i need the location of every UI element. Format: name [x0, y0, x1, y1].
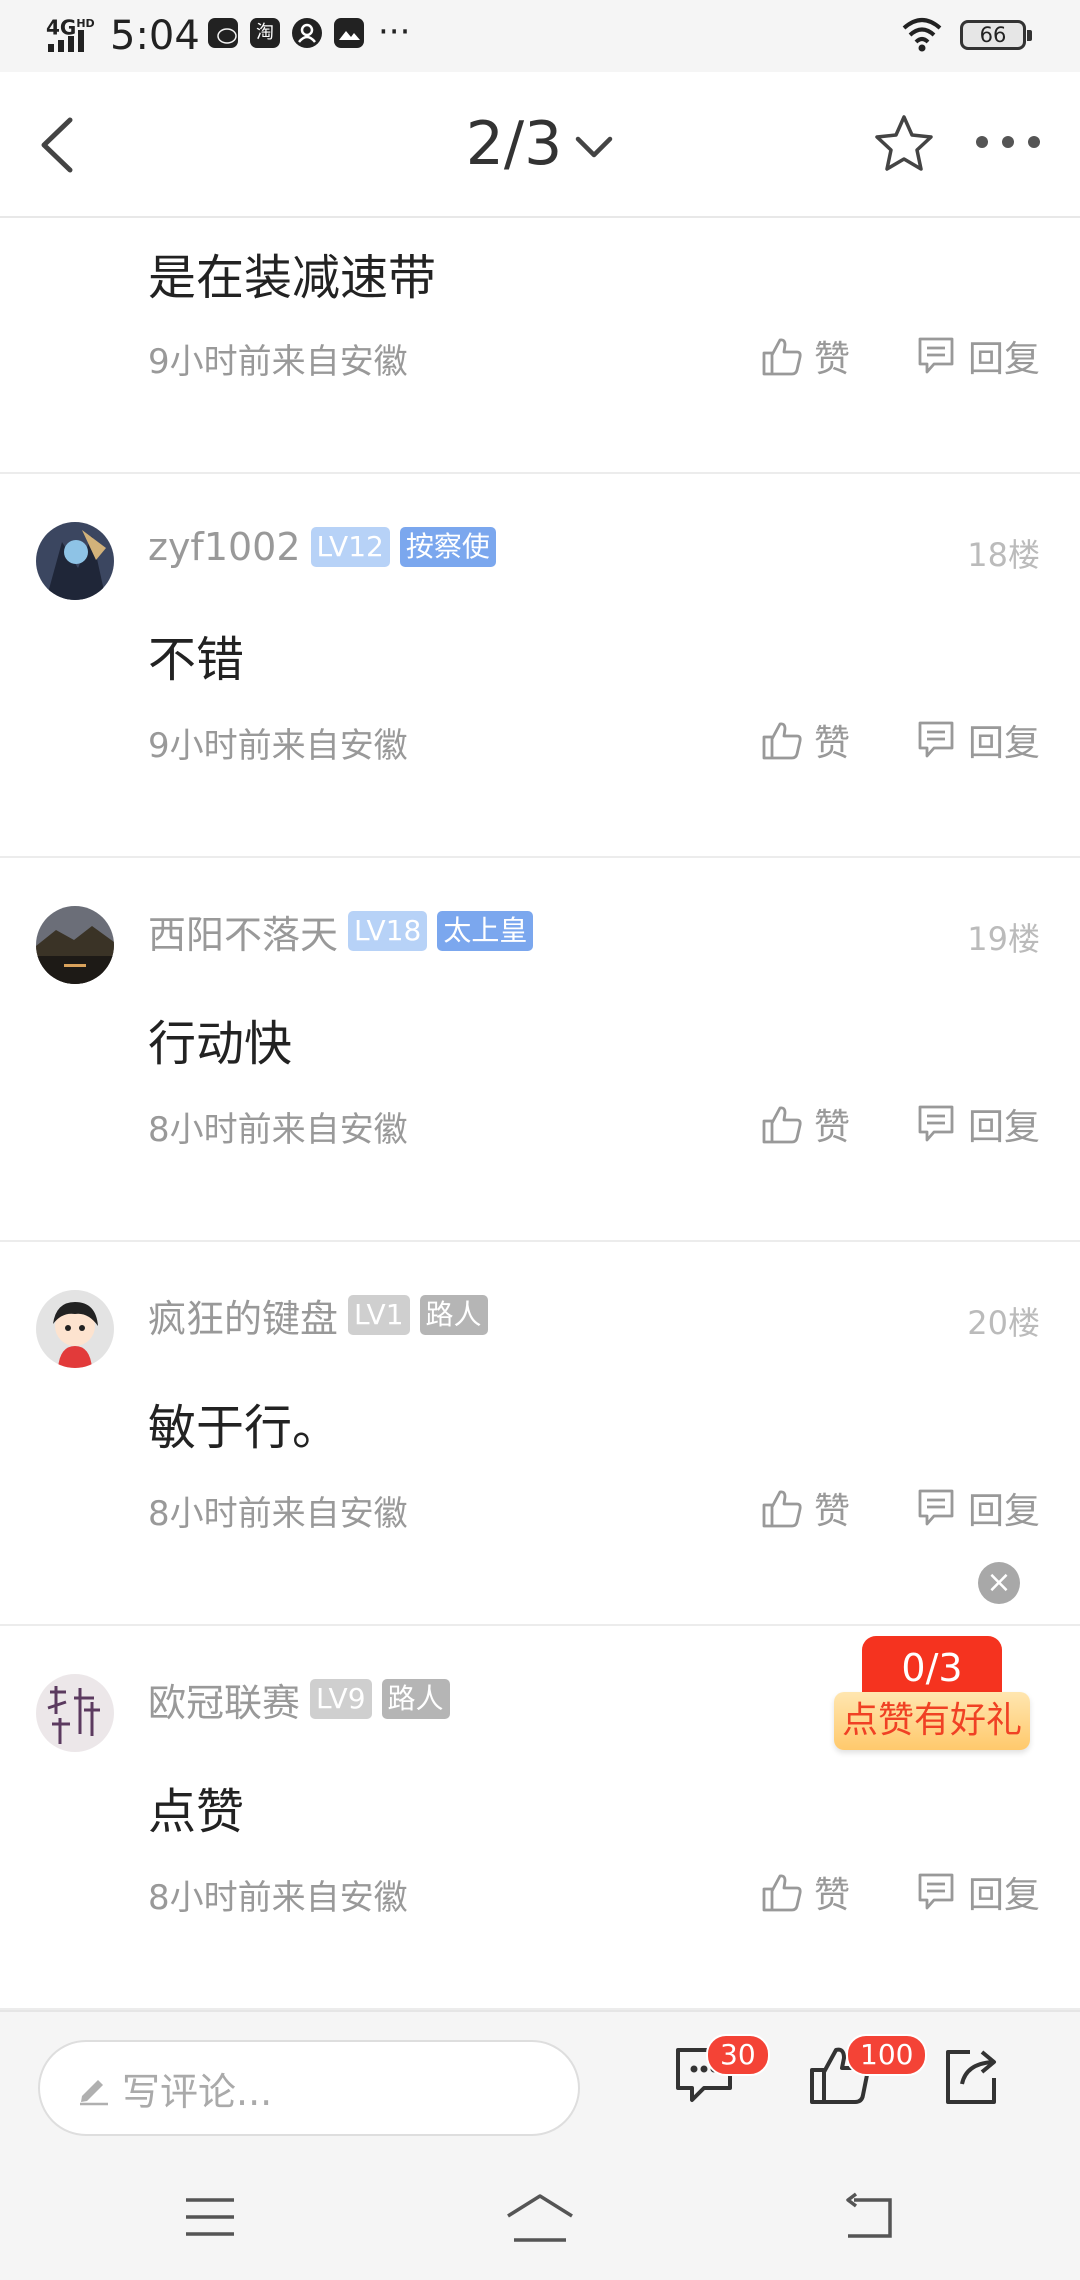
comment-bubble-icon [918, 1873, 954, 1910]
comment-meta: 9小时前来自安徽 [148, 342, 408, 382]
promo-close-button[interactable]: × [978, 1562, 1020, 1604]
reply-label: 回复 [967, 723, 1040, 764]
floor-number: 20楼 [967, 1304, 1040, 1342]
floor-number: 18楼 [967, 536, 1040, 574]
page-indicator: 2/3 [465, 109, 563, 179]
like-button[interactable]: 赞 [760, 1482, 850, 1534]
thumbs-up-icon [762, 338, 802, 376]
username[interactable]: 欧冠联赛 [148, 1672, 300, 1727]
status-bar: 4GHD 5:04 淘 ··· 66 [0, 0, 1080, 72]
level-badge: LV12 [310, 527, 390, 567]
like-label: 赞 [813, 1875, 850, 1916]
comment-meta: 8小时前来自安徽 [148, 1494, 408, 1534]
reply-label: 回复 [967, 1491, 1040, 1532]
reply-button[interactable]: 回复 [914, 1098, 1040, 1150]
wifi-icon [902, 18, 942, 52]
comment-content: 是在装减速带 [148, 250, 437, 306]
like-label: 赞 [813, 1491, 850, 1532]
like-label: 赞 [813, 723, 850, 764]
username[interactable]: 疯狂的键盘 [148, 1288, 338, 1343]
wechat-icon [208, 18, 238, 48]
title-badge: 太上皇 [437, 911, 534, 951]
like-button[interactable]: 赞 [760, 1866, 850, 1918]
like-button[interactable]: 赞 [760, 714, 850, 766]
reply-button[interactable]: 回复 [914, 1866, 1040, 1918]
level-badge: LV18 [348, 911, 428, 951]
floor-number: 19楼 [967, 920, 1040, 958]
battery-icon: 66 [960, 20, 1032, 50]
reply-label: 回复 [967, 339, 1040, 380]
system-nav-bar [0, 2156, 1080, 2280]
comment-meta: 9小时前来自安徽 [148, 726, 408, 766]
top-nav-bar: 2/3 [0, 72, 1080, 218]
reply-label: 回复 [967, 1107, 1040, 1148]
reply-button[interactable]: 回复 [914, 1482, 1040, 1534]
username[interactable]: 西阳不落天 [148, 904, 338, 959]
like-count-badge: 100 [846, 2034, 928, 2076]
share-button[interactable] [940, 2042, 1000, 2112]
reply-button[interactable]: 回复 [914, 330, 1040, 382]
comment-item: 西阳不落天 LV18 太上皇 19楼 行动快 8小时前来自安徽 赞 回复 [0, 858, 1080, 1242]
avatar[interactable] [36, 906, 114, 984]
level-badge: LV9 [310, 1679, 372, 1719]
promo-like-reward-button[interactable]: 点赞有好礼 [834, 1692, 1030, 1750]
comment-content: 敏于行。 [148, 1400, 341, 1456]
signal-icon [48, 30, 84, 52]
comment-bubble-icon [918, 1489, 954, 1526]
back-nav-icon[interactable] [840, 2192, 896, 2242]
username[interactable]: zyf1002 [148, 525, 301, 569]
thumbs-up-icon [762, 1490, 802, 1528]
thumbs-up-icon [762, 1106, 802, 1144]
taobao-icon: 淘 [250, 18, 280, 48]
chevron-down-icon [576, 137, 613, 158]
avatar[interactable] [36, 522, 114, 600]
level-badge: LV1 [348, 1295, 410, 1335]
menu-icon[interactable] [182, 2192, 238, 2242]
comment-bubble-icon [918, 337, 954, 374]
comment-content: 行动快 [148, 1016, 293, 1072]
comment-meta: 8小时前来自安徽 [148, 1110, 408, 1150]
comment-content: 不错 [148, 632, 245, 688]
like-post-button[interactable]: 100 [806, 2034, 928, 2112]
avatar[interactable] [36, 1674, 114, 1752]
more-notifications-icon: ··· [378, 12, 411, 52]
thumbs-up-icon [762, 722, 802, 760]
comment-item: 疯狂的键盘 LV1 路人 20楼 敏于行。 8小时前来自安徽 赞 回复 [0, 1242, 1080, 1626]
comments-button[interactable]: 30 [672, 2034, 770, 2112]
comment-bubble-icon [918, 1105, 954, 1142]
like-label: 赞 [813, 1107, 850, 1148]
reply-label: 回复 [967, 1875, 1040, 1916]
promo-like-progress[interactable]: 0/3 [862, 1636, 1002, 1700]
like-button[interactable]: 赞 [760, 1098, 850, 1150]
comment-count-badge: 30 [706, 2034, 770, 2076]
comment-content: 点赞 [148, 1784, 245, 1840]
notification-icons: 淘 [208, 18, 364, 48]
comment-item: zyf1002 LV12 按察使 18楼 不错 9小时前来自安徽 赞 回复 [0, 474, 1080, 858]
comment-placeholder: 写评论... [122, 2069, 273, 2114]
share-icon [946, 2050, 996, 2104]
avatar[interactable] [36, 1290, 114, 1368]
gallery-icon [334, 18, 364, 48]
thumbs-up-icon [762, 1874, 802, 1912]
bottom-action-bar: 写评论... 30 100 [0, 2010, 1080, 2158]
title-badge: 路人 [381, 1679, 450, 1719]
comment-meta: 8小时前来自安徽 [148, 1878, 408, 1918]
title-badge: 路人 [419, 1295, 488, 1335]
notification-icon [292, 18, 322, 48]
comment-bubble-icon [918, 721, 954, 758]
comment-item: 是在装减速带 9小时前来自安徽 赞 回复 [0, 218, 1080, 474]
status-time: 5:04 [110, 13, 200, 59]
like-button[interactable]: 赞 [760, 330, 850, 382]
comment-input[interactable]: 写评论... [38, 2040, 580, 2136]
home-icon[interactable] [502, 2192, 578, 2246]
more-options-icon[interactable] [976, 136, 1040, 148]
title-badge: 按察使 [399, 527, 496, 567]
pencil-icon [80, 2080, 108, 2106]
like-label: 赞 [813, 339, 850, 380]
reply-button[interactable]: 回复 [914, 714, 1040, 766]
favorite-star-icon[interactable] [872, 112, 936, 176]
